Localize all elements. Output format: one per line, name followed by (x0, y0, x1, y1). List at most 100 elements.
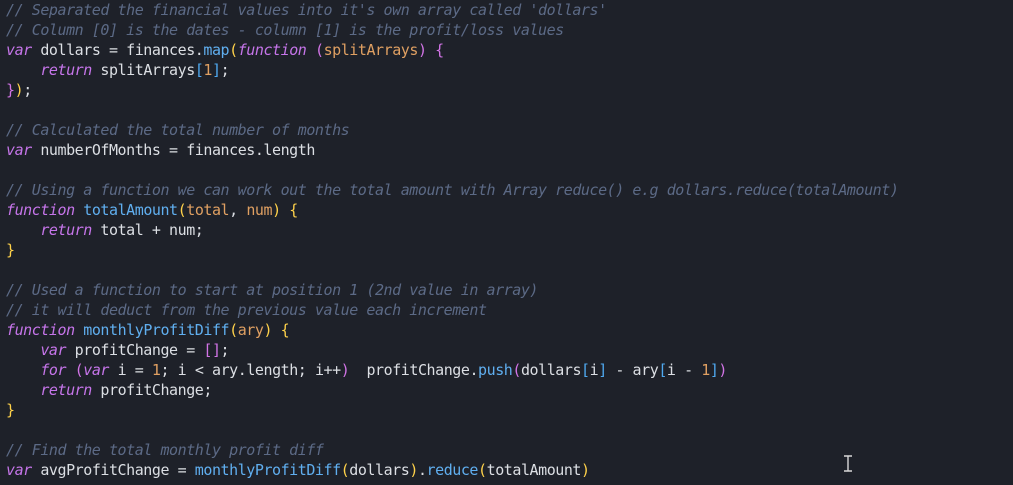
code-line: } (6, 400, 898, 420)
code-line: // Column [0] is the dates - column [1] … (6, 20, 898, 40)
code-token: // it will deduct from the previous valu… (6, 301, 487, 319)
code-token: i - (666, 361, 702, 379)
code-token: ) (272, 201, 281, 219)
code-token: total + num; (91, 221, 204, 239)
code-token: var (83, 361, 110, 379)
code-token: profitChange. (349, 361, 479, 379)
code-token: function (237, 41, 307, 59)
code-token: function (6, 321, 75, 339)
code-token: var (6, 41, 32, 59)
code-token: } (6, 81, 15, 99)
code-token: 1 (151, 361, 161, 379)
code-token: ) (417, 41, 427, 59)
code-token: avgProfitChange = (31, 461, 195, 479)
code-token: ( (340, 461, 350, 479)
code-token: ( (512, 361, 521, 379)
code-token: { (435, 41, 444, 59)
code-token: // Column [0] is the dates - column [1] … (6, 21, 564, 39)
code-token: for (40, 361, 67, 379)
code-token: 1 (701, 361, 710, 379)
code-token: ( (74, 361, 84, 379)
code-token: monthlyProfitDiff (83, 321, 230, 339)
code-token: return (40, 381, 92, 399)
code-token: splitArrays (323, 41, 419, 59)
code-token: [] (203, 341, 221, 359)
code-token: // Find the total monthly profit diff (6, 441, 324, 459)
code-line: } (6, 240, 898, 260)
code-token: var (6, 461, 32, 479)
code-token: // Separated the financial values into i… (6, 1, 607, 19)
code-token: ) (263, 321, 273, 339)
code-token: total (186, 201, 230, 219)
code-line: // Using a function we can work out the … (6, 180, 899, 200)
code-token: . (417, 461, 427, 479)
code-token: // Used a function to start at position … (6, 281, 539, 299)
code-token: push (478, 361, 513, 379)
code-line: function totalAmount(total, num) { (6, 200, 898, 220)
code-token: return (40, 221, 92, 239)
code-token: { (280, 321, 290, 339)
code-token: [ (581, 361, 590, 379)
code-token: var (6, 141, 32, 159)
code-token: profitChange = (66, 341, 204, 359)
code-area[interactable]: // Separated the financial values into i… (6, 0, 899, 480)
code-token: profitChange; (91, 381, 212, 399)
code-token: reduce (426, 461, 479, 479)
code-token: } (6, 401, 15, 419)
code-line: // Find the total monthly profit diff (6, 440, 898, 460)
code-token: ( (229, 41, 238, 59)
code-token: ] (598, 361, 607, 379)
code-token: 1 (203, 61, 212, 79)
code-token: ) (718, 361, 728, 379)
code-token: ( (314, 41, 324, 59)
code-token: i = (109, 361, 152, 379)
code-token: - ary (606, 361, 659, 379)
code-token: totalAmount (83, 201, 178, 219)
code-token: ] (212, 61, 221, 79)
code-token: function (6, 201, 75, 219)
code-token: ; (23, 81, 32, 99)
code-line: var profitChange = []; (6, 340, 898, 360)
code-token: var (40, 341, 67, 359)
code-line: }); (6, 80, 898, 100)
code-token: dollars (349, 461, 410, 479)
code-token: ary (237, 321, 264, 339)
code-line: // it will deduct from the previous valu… (6, 300, 898, 320)
code-line: for (var i = 1; i < ary.length; i++) pro… (6, 360, 898, 380)
code-token: totalAmount (486, 461, 582, 479)
code-token: ( (177, 201, 187, 219)
code-token: dollars = finances. (31, 41, 204, 59)
code-line: // Calculated the total number of months (6, 120, 898, 140)
code-token: ) (14, 81, 24, 99)
code-line: // Separated the financial values into i… (6, 0, 898, 20)
code-line: var dollars = finances.map(function (spl… (6, 40, 898, 60)
code-line: function monthlyProfitDiff(ary) { (6, 320, 898, 340)
code-token: ) (581, 461, 590, 479)
code-token: } (6, 241, 15, 259)
code-token: splitArrays (91, 61, 195, 79)
code-token: ( (478, 461, 487, 479)
code-token: numberOfMonths = finances.length (31, 141, 315, 159)
code-token: // Calculated the total number of months (6, 121, 350, 139)
code-token: { (289, 201, 298, 219)
code-token: monthlyProfitDiff (194, 461, 341, 479)
i-beam-cursor-icon (844, 455, 852, 472)
code-token: ) (409, 461, 418, 479)
code-editor[interactable]: // Separated the financial values into i… (0, 0, 1013, 485)
code-token: // Using a function we can work out the … (6, 181, 899, 199)
